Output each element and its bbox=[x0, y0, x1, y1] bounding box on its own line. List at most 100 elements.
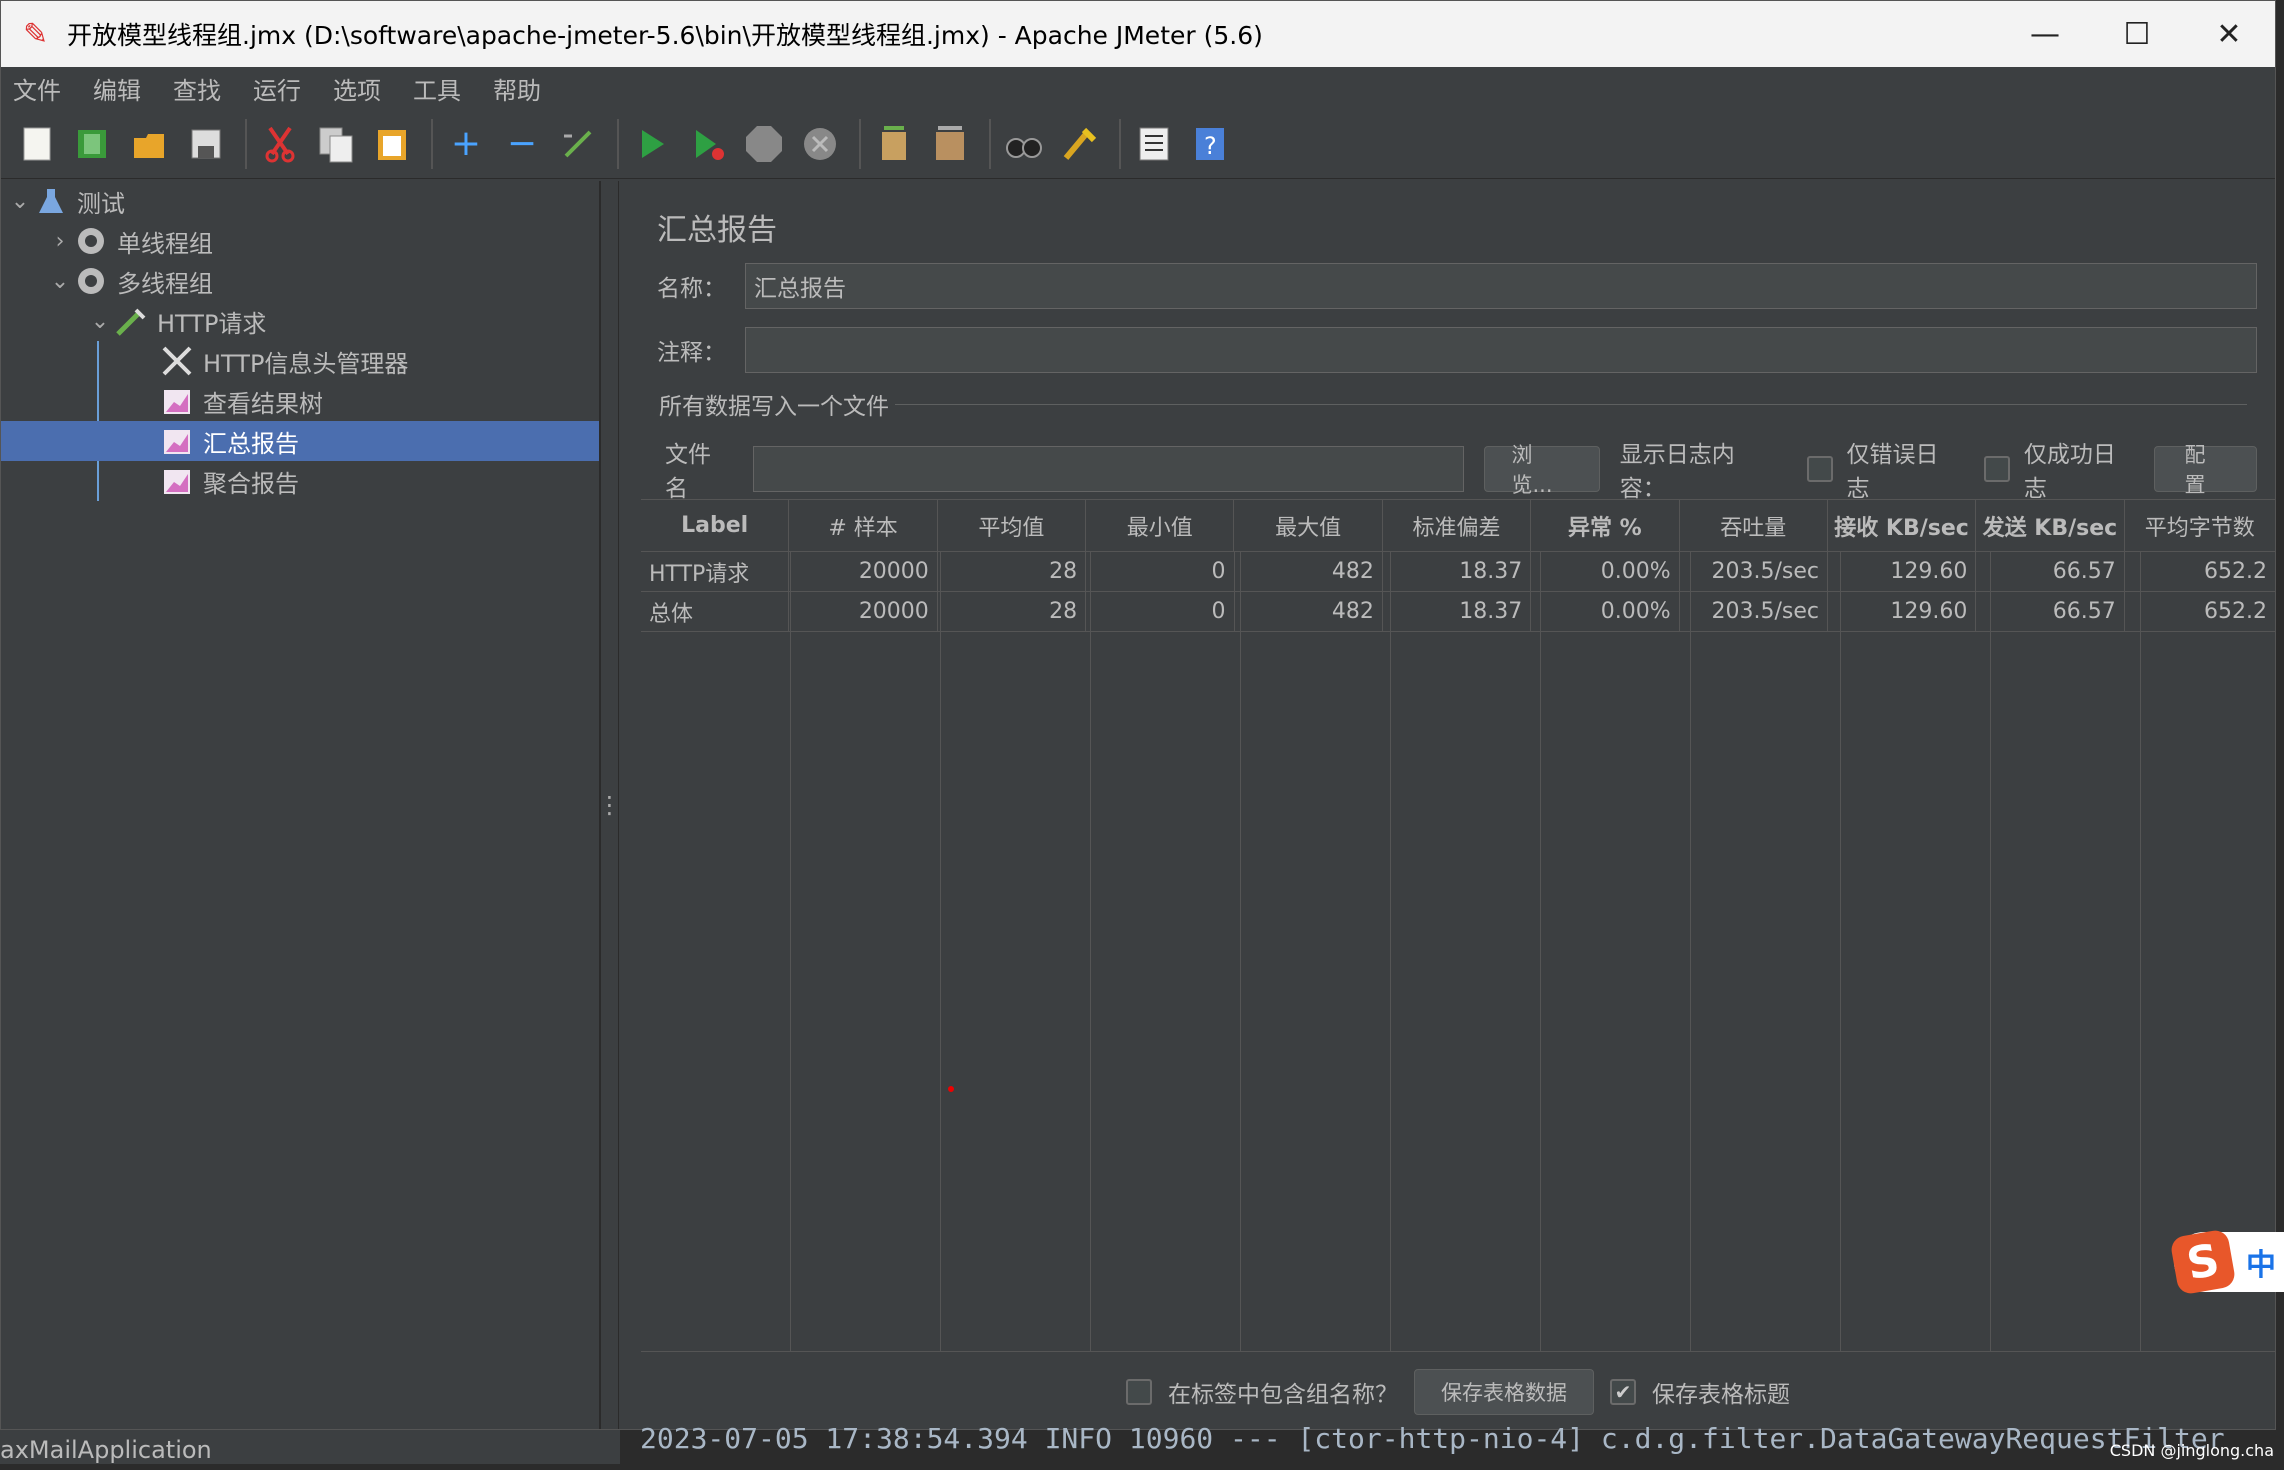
tree-node-header-manager[interactable]: HTTP信息头管理器 bbox=[1, 341, 599, 381]
file-group-label: 所有数据写入一个文件 bbox=[659, 394, 889, 420]
cell-received: 129.60 bbox=[1828, 552, 1977, 591]
menu-tools[interactable]: 工具 bbox=[413, 71, 461, 106]
cell-average: 28 bbox=[938, 592, 1087, 631]
chevron-right-icon[interactable]: › bbox=[47, 229, 73, 254]
cell-std-dev: 18.37 bbox=[1383, 552, 1532, 591]
shutdown-icon[interactable] bbox=[795, 119, 845, 169]
help-icon[interactable]: ? bbox=[1185, 119, 1235, 169]
chevron-down-icon[interactable]: ⌄ bbox=[7, 189, 33, 214]
column-header-min[interactable]: 最小值 bbox=[1086, 500, 1235, 551]
menu-bar: 文件 编辑 查找 运行 选项 工具 帮助 bbox=[1, 67, 2275, 109]
clear-icon[interactable] bbox=[869, 119, 919, 169]
save-icon[interactable] bbox=[181, 119, 231, 169]
column-divider bbox=[1841, 552, 1991, 1351]
minimize-button[interactable]: — bbox=[1999, 17, 2091, 52]
tools-icon bbox=[159, 343, 195, 379]
menu-file[interactable]: 文件 bbox=[13, 71, 61, 106]
tree-node-label: 汇总报告 bbox=[203, 429, 299, 458]
paste-icon[interactable] bbox=[367, 119, 417, 169]
start-no-pauses-icon[interactable] bbox=[683, 119, 733, 169]
column-header-sent[interactable]: 发送 KB/sec bbox=[1976, 500, 2125, 551]
open-icon[interactable] bbox=[125, 119, 175, 169]
column-header-samples[interactable]: # 样本 bbox=[789, 500, 938, 551]
column-header-error-pct[interactable]: 异常 % bbox=[1531, 500, 1680, 551]
chevron-down-icon[interactable]: ⌄ bbox=[87, 309, 113, 334]
column-header-max[interactable]: 最大值 bbox=[1234, 500, 1383, 551]
column-header-std-dev[interactable]: 标准偏差 bbox=[1383, 500, 1532, 551]
cell-average: 28 bbox=[938, 552, 1087, 591]
toolbar-separator bbox=[1119, 118, 1121, 169]
menu-options[interactable]: 选项 bbox=[333, 71, 381, 106]
column-header-throughput[interactable]: 吞吐量 bbox=[1680, 500, 1828, 551]
column-divider bbox=[1991, 552, 2141, 1351]
column-header-avg-bytes[interactable]: 平均字节数 bbox=[2125, 500, 2275, 551]
file-name-field[interactable] bbox=[753, 446, 1465, 492]
toolbar-separator bbox=[431, 118, 433, 169]
menu-run[interactable]: 运行 bbox=[253, 71, 301, 106]
column-header-received[interactable]: 接收 KB/sec bbox=[1828, 500, 1977, 551]
errors-only-checkbox[interactable] bbox=[1806, 456, 1833, 482]
reset-search-icon[interactable] bbox=[1055, 119, 1105, 169]
column-header-average[interactable]: 平均值 bbox=[938, 500, 1087, 551]
maximize-button[interactable]: ☐ bbox=[2091, 17, 2183, 52]
cell-throughput: 203.5/sec bbox=[1680, 592, 1828, 631]
save-header-label: 保存表格标题 bbox=[1652, 1381, 1790, 1408]
toolbar-separator bbox=[245, 118, 247, 169]
menu-edit[interactable]: 编辑 bbox=[93, 71, 141, 106]
close-button[interactable]: ✕ bbox=[2183, 17, 2275, 52]
table-column-lines bbox=[641, 552, 2275, 1351]
jmeter-window: ✎ 开放模型线程组.jmx (D:\software\apache-jmeter… bbox=[0, 0, 2276, 1430]
column-divider bbox=[1091, 552, 1241, 1351]
clear-all-icon[interactable] bbox=[925, 119, 975, 169]
toolbar-separator bbox=[989, 118, 991, 169]
gear-icon bbox=[73, 223, 109, 259]
tree-node-label: 查看结果树 bbox=[203, 389, 323, 418]
save-table-button[interactable]: 保存表格数据 bbox=[1414, 1368, 1594, 1415]
tree-node-root[interactable]: ⌄ 测试 bbox=[1, 181, 599, 221]
configure-button[interactable]: 配置 bbox=[2153, 443, 2257, 497]
include-group-checkbox[interactable] bbox=[1126, 1378, 1152, 1405]
graph-icon bbox=[159, 463, 195, 499]
tree-node-summary-report[interactable]: 汇总报告 bbox=[1, 421, 599, 461]
split-pane-divider[interactable]: ⋮ bbox=[598, 181, 622, 1429]
toolbar-separator bbox=[859, 118, 861, 169]
tree-node-view-results-tree[interactable]: 查看结果树 bbox=[1, 381, 599, 421]
graph-icon bbox=[159, 383, 195, 419]
tree-node-http-request[interactable]: ⌄ HTTP请求 bbox=[1, 301, 599, 341]
ime-indicator[interactable]: S 中 bbox=[2169, 1228, 2284, 1296]
cell-throughput: 203.5/sec bbox=[1680, 552, 1828, 591]
menu-help[interactable]: 帮助 bbox=[493, 71, 541, 106]
stop-icon[interactable] bbox=[739, 119, 789, 169]
tree-node-multi-thread-group[interactable]: ⌄ 多线程组 bbox=[1, 261, 599, 301]
cell-label: 总体 bbox=[641, 592, 790, 631]
copy-icon[interactable] bbox=[311, 119, 361, 169]
pipette-icon bbox=[113, 303, 149, 339]
cell-max: 482 bbox=[1235, 552, 1383, 591]
browse-button[interactable]: 浏览... bbox=[1484, 443, 1600, 497]
ime-mode-label: 中 bbox=[2246, 1248, 2276, 1283]
collapse-icon[interactable]: − bbox=[497, 119, 547, 169]
table-row[interactable]: HTTP请求 20000 28 0 482 18.37 0.00% 203.5/… bbox=[641, 552, 2275, 592]
search-icon[interactable] bbox=[999, 119, 1049, 169]
toolbar-separator bbox=[617, 118, 619, 169]
cut-icon[interactable] bbox=[255, 119, 305, 169]
save-header-checkbox[interactable]: ✔ bbox=[1610, 1378, 1636, 1405]
menu-search[interactable]: 查找 bbox=[173, 71, 221, 106]
column-header-label[interactable]: Label bbox=[641, 500, 790, 551]
cell-error-pct: 0.00% bbox=[1531, 592, 1680, 631]
comment-field[interactable] bbox=[745, 327, 2257, 373]
templates-icon[interactable] bbox=[69, 119, 119, 169]
tree-node-aggregate-report[interactable]: 聚合报告 bbox=[1, 461, 599, 501]
expand-icon[interactable]: + bbox=[441, 119, 491, 169]
start-icon[interactable] bbox=[627, 119, 677, 169]
name-field[interactable]: 汇总报告 bbox=[745, 263, 2257, 309]
name-row: 名称： 汇总报告 bbox=[657, 263, 2257, 309]
new-icon[interactable] bbox=[13, 119, 63, 169]
function-helper-icon[interactable] bbox=[1129, 119, 1179, 169]
toggle-icon[interactable] bbox=[553, 119, 603, 169]
chevron-down-icon[interactable]: ⌄ bbox=[47, 269, 73, 294]
tree-node-single-thread-group[interactable]: › 单线程组 bbox=[1, 221, 599, 261]
table-row[interactable]: 总体 20000 28 0 482 18.37 0.00% 203.5/sec … bbox=[641, 592, 2275, 632]
log-content-label: 显示日志内容： bbox=[1619, 442, 1735, 502]
success-only-checkbox[interactable] bbox=[1984, 456, 2010, 482]
